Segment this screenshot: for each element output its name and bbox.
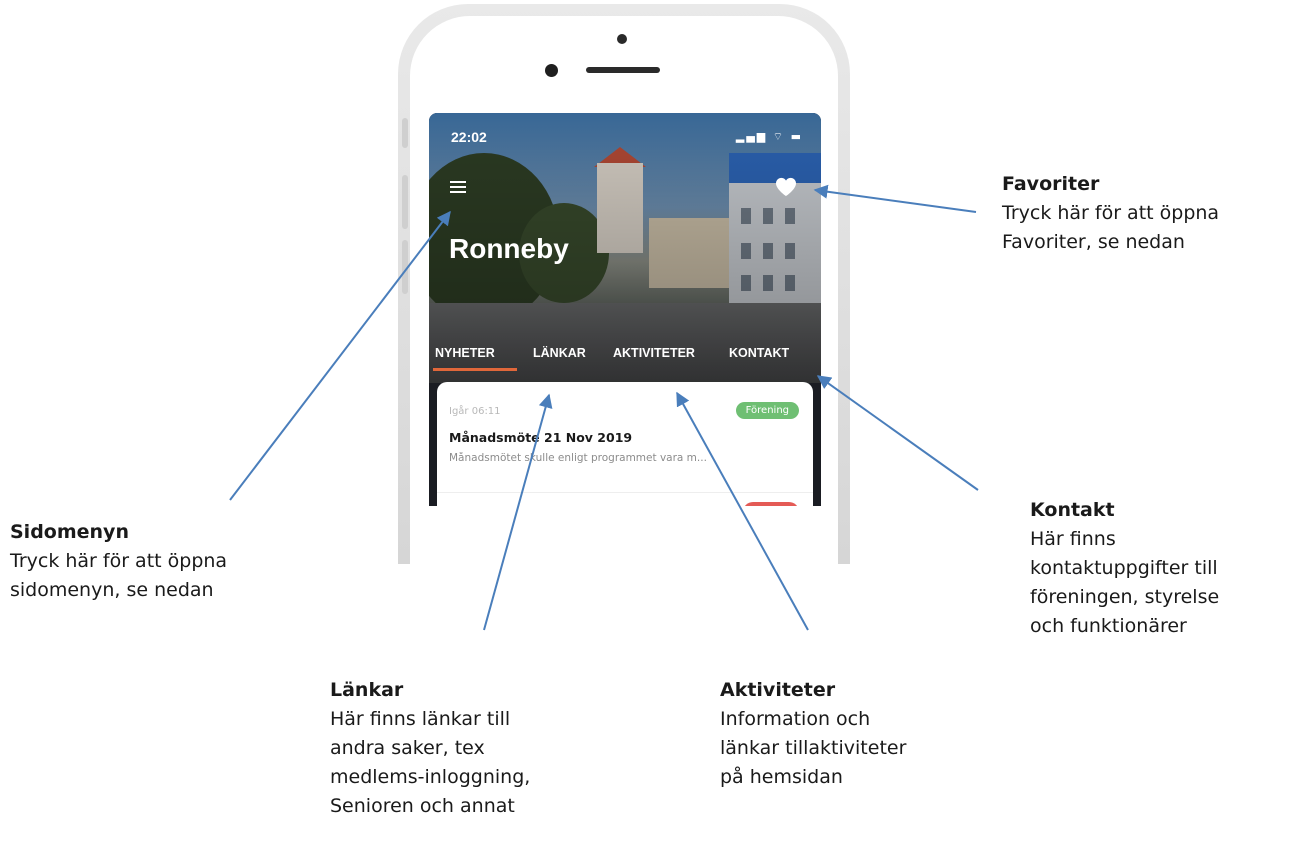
- tab-lankar[interactable]: LÄNKAR: [533, 346, 586, 360]
- tab-aktiviteter[interactable]: AKTIVITETER: [613, 346, 695, 360]
- annotation-favoriter: Favoriter Tryck här för att öppna Favori…: [1002, 170, 1219, 257]
- annotation-sidomenyn: Sidomenyn Tryck här för att öppna sidome…: [10, 518, 227, 605]
- annotation-body: Här finns kontaktuppgifter till förening…: [1030, 528, 1220, 637]
- front-camera: [617, 34, 627, 44]
- hamburger-menu-icon[interactable]: [450, 181, 466, 195]
- battery-icon: ▬: [790, 130, 803, 143]
- annotation-body: Tryck här för att öppna sidomenyn, se ne…: [10, 550, 228, 601]
- status-time: 22:02: [451, 129, 487, 145]
- news-card-category-badge: Förening: [735, 402, 799, 419]
- news-card-excerpt: Månadsmötet skulle enligt programmet var…: [449, 452, 707, 464]
- annotation-heading: Aktiviteter: [720, 679, 836, 701]
- earpiece-speaker: [586, 67, 660, 73]
- heart-icon[interactable]: [775, 177, 797, 197]
- tab-nyheter[interactable]: NYHETER: [435, 346, 495, 360]
- phone-volume-down-button: [402, 240, 408, 294]
- app-screen: 22:02 ▂▄▆ ⌔ ▬ Ronneby NYHETER LÄNKAR AKT…: [429, 113, 821, 506]
- active-tab-indicator: [433, 368, 517, 371]
- city-title: Ronneby: [449, 233, 569, 264]
- annotation-heading: Kontakt: [1030, 499, 1115, 521]
- tab-kontakt[interactable]: KONTAKT: [729, 346, 789, 360]
- annotation-body: Tryck här för att öppna Favoriter, se ne…: [1002, 202, 1220, 253]
- annotation-lankar: Länkar Här finns länkar till andra saker…: [330, 676, 530, 821]
- proximity-sensor: [545, 64, 558, 77]
- news-card-title: Månadsmöte 21 Nov 2019: [449, 430, 633, 445]
- signal-icon: ▂▄▆: [735, 130, 768, 143]
- wifi-icon: ⌔: [772, 130, 786, 143]
- annotation-heading: Sidomenyn: [10, 521, 129, 543]
- phone-side-button: [402, 118, 408, 148]
- annotation-heading: Favoriter: [1002, 173, 1100, 195]
- phone-volume-up-button: [402, 175, 408, 229]
- news-card-time: Igår 06:11: [449, 406, 501, 417]
- news-card[interactable]: Igår 06:11 Förening Månadsmöte 21 Nov 20…: [437, 382, 813, 506]
- card-divider: [437, 492, 813, 493]
- annotation-kontakt: Kontakt Här finns kontaktuppgifter till …: [1030, 496, 1219, 641]
- annotation-heading: Länkar: [330, 679, 404, 701]
- annotation-aktiviteter: Aktiviteter Information och länkar tilla…: [720, 676, 906, 792]
- next-card-badge: [743, 502, 799, 506]
- annotation-body: Information och länkar tillaktiviteter p…: [720, 708, 907, 788]
- status-icons: ▂▄▆ ⌔ ▬: [736, 130, 803, 144]
- annotation-body: Här finns länkar till andra saker, tex m…: [330, 708, 531, 817]
